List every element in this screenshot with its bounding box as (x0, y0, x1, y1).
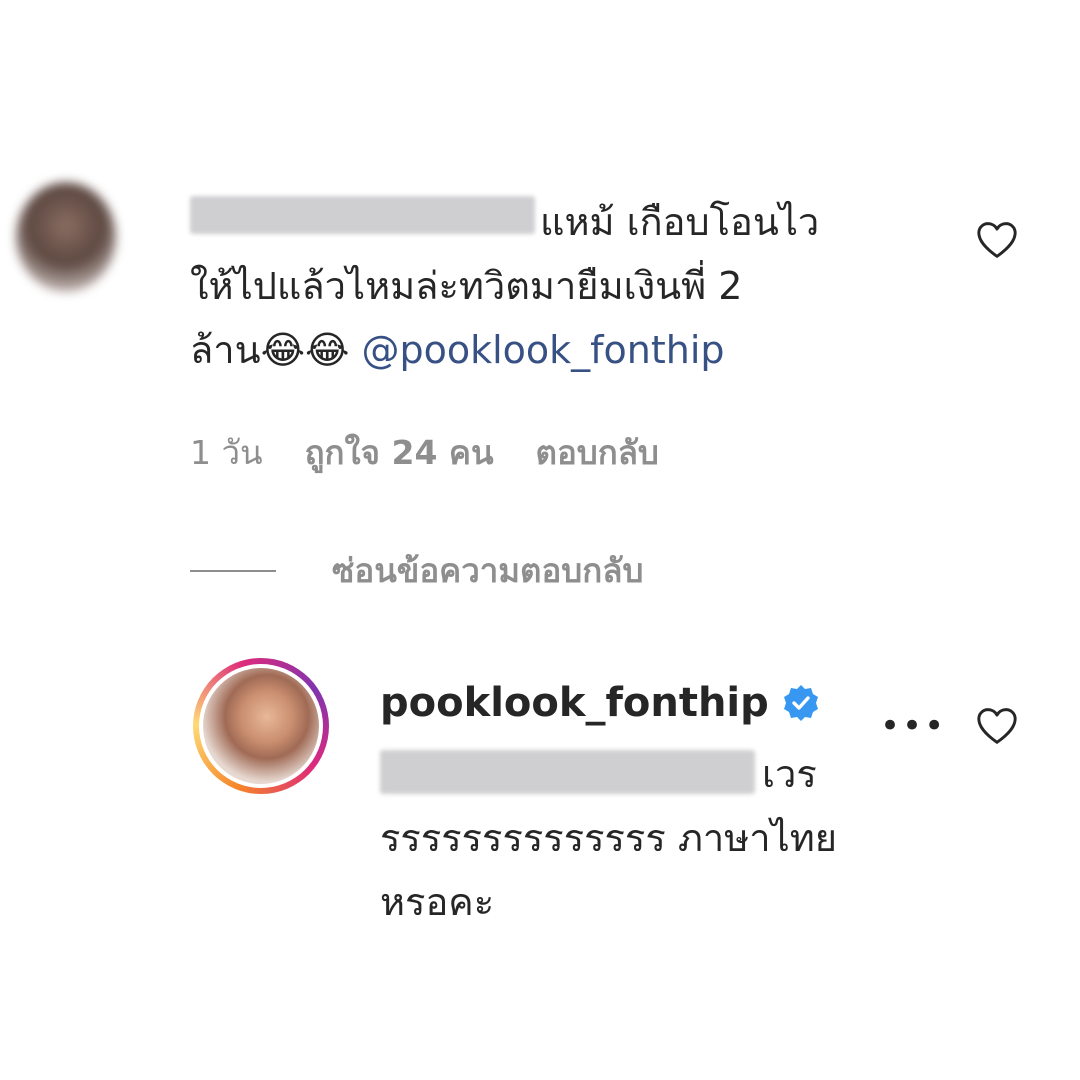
mention-link[interactable]: @pooklook_fonthip (361, 328, 724, 372)
reply-line-1: เวร (762, 752, 817, 796)
divider-dash (190, 569, 276, 572)
story-ring[interactable] (193, 658, 329, 794)
comment-time: 1 วัน (190, 433, 263, 472)
comment-meta: 1 วัน ถูกใจ 24 คน ตอบกลับ (190, 426, 659, 479)
comment-body: แหม้ เกือบโอนไว ให้ไปแล้วไหมล่ะทวิตมายืม… (190, 190, 950, 382)
reply-button[interactable]: ตอบกลับ (536, 426, 659, 479)
reply-like-heart-icon[interactable] (975, 706, 1019, 746)
more-options-icon[interactable]: ••• (880, 706, 946, 746)
comment-line-1: แหม้ เกือบโอนไว (540, 200, 820, 244)
reply-line-2: รรรรรรรรรรรรรร ภาษาไทย (380, 816, 838, 860)
reply-body: เวร รรรรรรรรรรรรรร ภาษาไทย หรอคะ (380, 742, 940, 934)
reply-line-3: หรอคะ (380, 880, 495, 924)
commenter-avatar[interactable] (16, 182, 116, 292)
hide-replies-label: ซ่อนข้อความตอบกลับ (332, 551, 644, 590)
comment-line-3: ล้าน😂😂 (190, 328, 362, 372)
comment-line-2: ให้ไปแล้วไหมล่ะทวิตมายืมเงินพี่ 2 (190, 264, 743, 308)
reply-username[interactable]: pooklook_fonthip (380, 680, 769, 726)
replier-avatar[interactable] (203, 668, 319, 784)
like-heart-icon[interactable] (975, 220, 1019, 260)
comment-likes-button[interactable]: ถูกใจ 24 คน (305, 426, 494, 479)
reply-username-row: pooklook_fonthip (380, 680, 821, 726)
verified-badge-icon (783, 685, 818, 721)
hide-replies-toggle[interactable]: ซ่อนข้อความตอบกลับ (190, 544, 643, 597)
